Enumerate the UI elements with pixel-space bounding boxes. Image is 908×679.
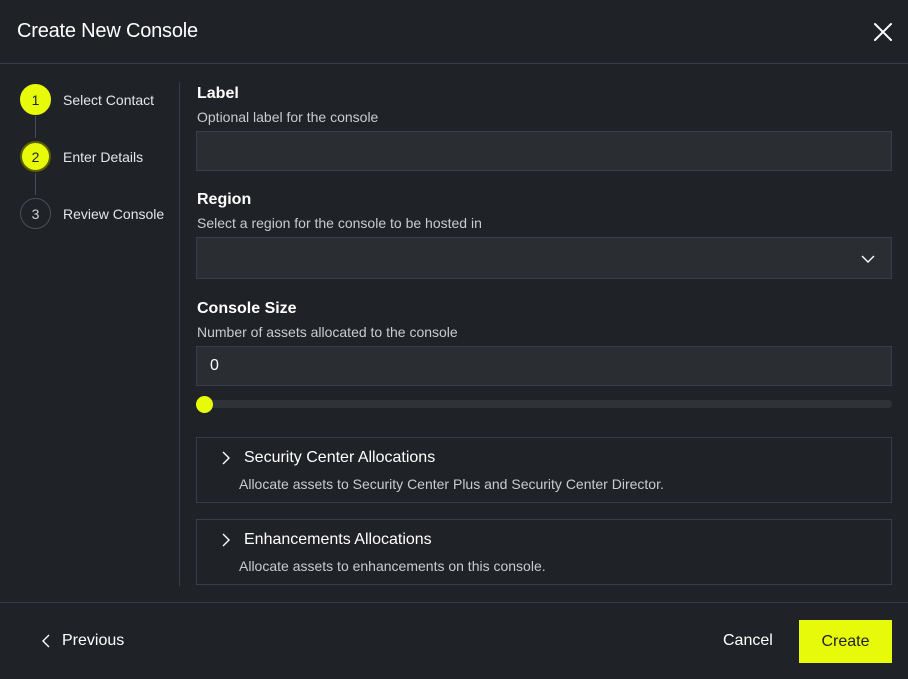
step-number: 2: [20, 141, 51, 172]
stepper: 1 Select Contact 2 Enter Details 3 Revie…: [0, 64, 180, 586]
step-connector: [35, 173, 36, 195]
label-field-description: Optional label for the console: [197, 109, 379, 125]
label-field-title: Label: [197, 85, 239, 102]
chevron-right-icon: [222, 533, 230, 547]
region-select[interactable]: [196, 237, 892, 279]
step-select-contact[interactable]: 1 Select Contact: [20, 84, 180, 116]
close-icon: [874, 23, 892, 41]
previous-button[interactable]: Previous: [40, 629, 124, 653]
dialog-title: Create New Console: [17, 20, 198, 42]
step-number: 1: [20, 84, 51, 115]
step-enter-details[interactable]: 2 Enter Details: [20, 141, 180, 173]
accordion-description: Allocate assets to Security Center Plus …: [239, 476, 664, 492]
close-button[interactable]: [871, 20, 895, 44]
step-label: Select Contact: [63, 92, 155, 108]
step-label: Review Console: [63, 206, 165, 222]
step-connector: [35, 116, 36, 138]
accordion-title: Enhancements Allocations: [244, 531, 432, 548]
dialog-header: Create New Console: [0, 0, 908, 64]
region-field-description: Select a region for the console to be ho…: [197, 215, 482, 231]
console-size-field-title: Console Size: [197, 300, 297, 317]
accordion-enhancements-allocations[interactable]: Enhancements Allocations Allocate assets…: [196, 519, 892, 585]
console-size-input[interactable]: [196, 346, 892, 386]
label-input[interactable]: [196, 131, 892, 171]
console-size-field-description: Number of assets allocated to the consol…: [197, 324, 458, 340]
step-number: 3: [20, 198, 51, 229]
accordion-description: Allocate assets to enhancements on this …: [239, 558, 546, 574]
console-size-slider-thumb[interactable]: [196, 396, 213, 413]
chevron-right-icon: [222, 451, 230, 465]
footer-divider: [0, 602, 908, 603]
chevron-down-icon: [861, 255, 875, 263]
step-label: Enter Details: [63, 149, 144, 165]
accordion-security-center-allocations[interactable]: Security Center Allocations Allocate ass…: [196, 437, 892, 503]
previous-button-label: Previous: [62, 632, 125, 649]
region-field-title: Region: [197, 191, 252, 208]
step-review-console[interactable]: 3 Review Console: [20, 198, 180, 230]
cancel-button[interactable]: Cancel: [723, 632, 773, 650]
stepper-divider: [179, 82, 180, 586]
console-size-slider-track[interactable]: [200, 400, 892, 408]
create-button[interactable]: Create: [799, 620, 892, 663]
accordion-title: Security Center Allocations: [244, 449, 436, 466]
chevron-left-icon: [42, 634, 50, 648]
